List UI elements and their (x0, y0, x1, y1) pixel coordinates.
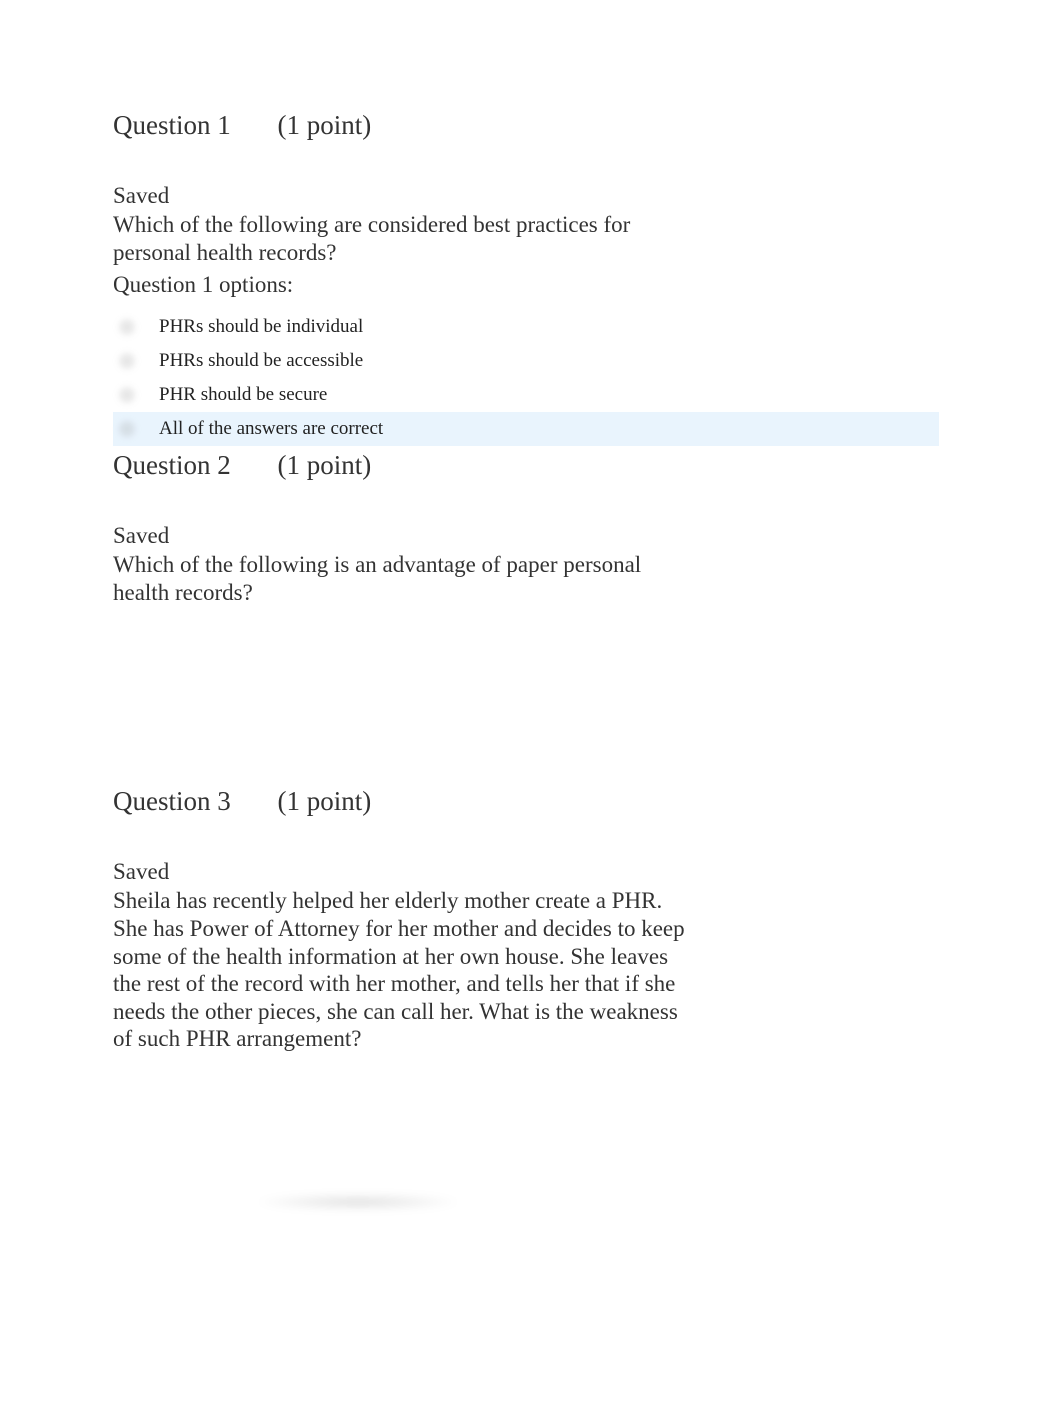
question-1-options-label: Question 1 options: (113, 272, 1062, 298)
option-text: PHRs should be individual (159, 316, 363, 338)
option-text: PHR should be secure (159, 384, 327, 406)
option-row[interactable]: PHRs should be accessible (113, 344, 939, 378)
radio-icon[interactable] (117, 317, 137, 337)
document-content: Question 1 (1 point) Saved Which of the … (113, 110, 1062, 1211)
question-2-heading: Question 2 (1 point) (113, 450, 1062, 481)
radio-icon[interactable] (117, 419, 137, 439)
option-row[interactable]: PHRs should be individual (113, 310, 939, 344)
question-1-heading: Question 1 (1 point) (113, 110, 1062, 141)
question-1-number: Question 1 (113, 110, 231, 140)
question-1-status: Saved (113, 183, 1062, 209)
question-1-points: (1 point) (278, 110, 372, 140)
bottom-shadow (253, 1193, 463, 1211)
option-row[interactable]: All of the answers are correct (113, 412, 939, 446)
option-text: PHRs should be accessible (159, 350, 363, 372)
option-text: All of the answers are correct (159, 418, 383, 440)
question-2-points: (1 point) (278, 450, 372, 480)
question-3-points: (1 point) (278, 786, 372, 816)
question-1-options: PHRs should be individual PHRs should be … (113, 310, 1062, 446)
question-3-number: Question 3 (113, 786, 231, 816)
radio-icon[interactable] (117, 385, 137, 405)
question-2-number: Question 2 (113, 450, 231, 480)
option-row[interactable]: PHR should be secure (113, 378, 939, 412)
radio-icon[interactable] (117, 351, 137, 371)
question-3-prompt: Sheila has recently helped her elderly m… (113, 887, 693, 1053)
question-2-status: Saved (113, 523, 1062, 549)
question-3-status: Saved (113, 859, 1062, 885)
question-3-heading: Question 3 (1 point) (113, 786, 1062, 817)
question-1-prompt: Which of the following are considered be… (113, 211, 673, 266)
question-2-prompt: Which of the following is an advantage o… (113, 551, 673, 606)
